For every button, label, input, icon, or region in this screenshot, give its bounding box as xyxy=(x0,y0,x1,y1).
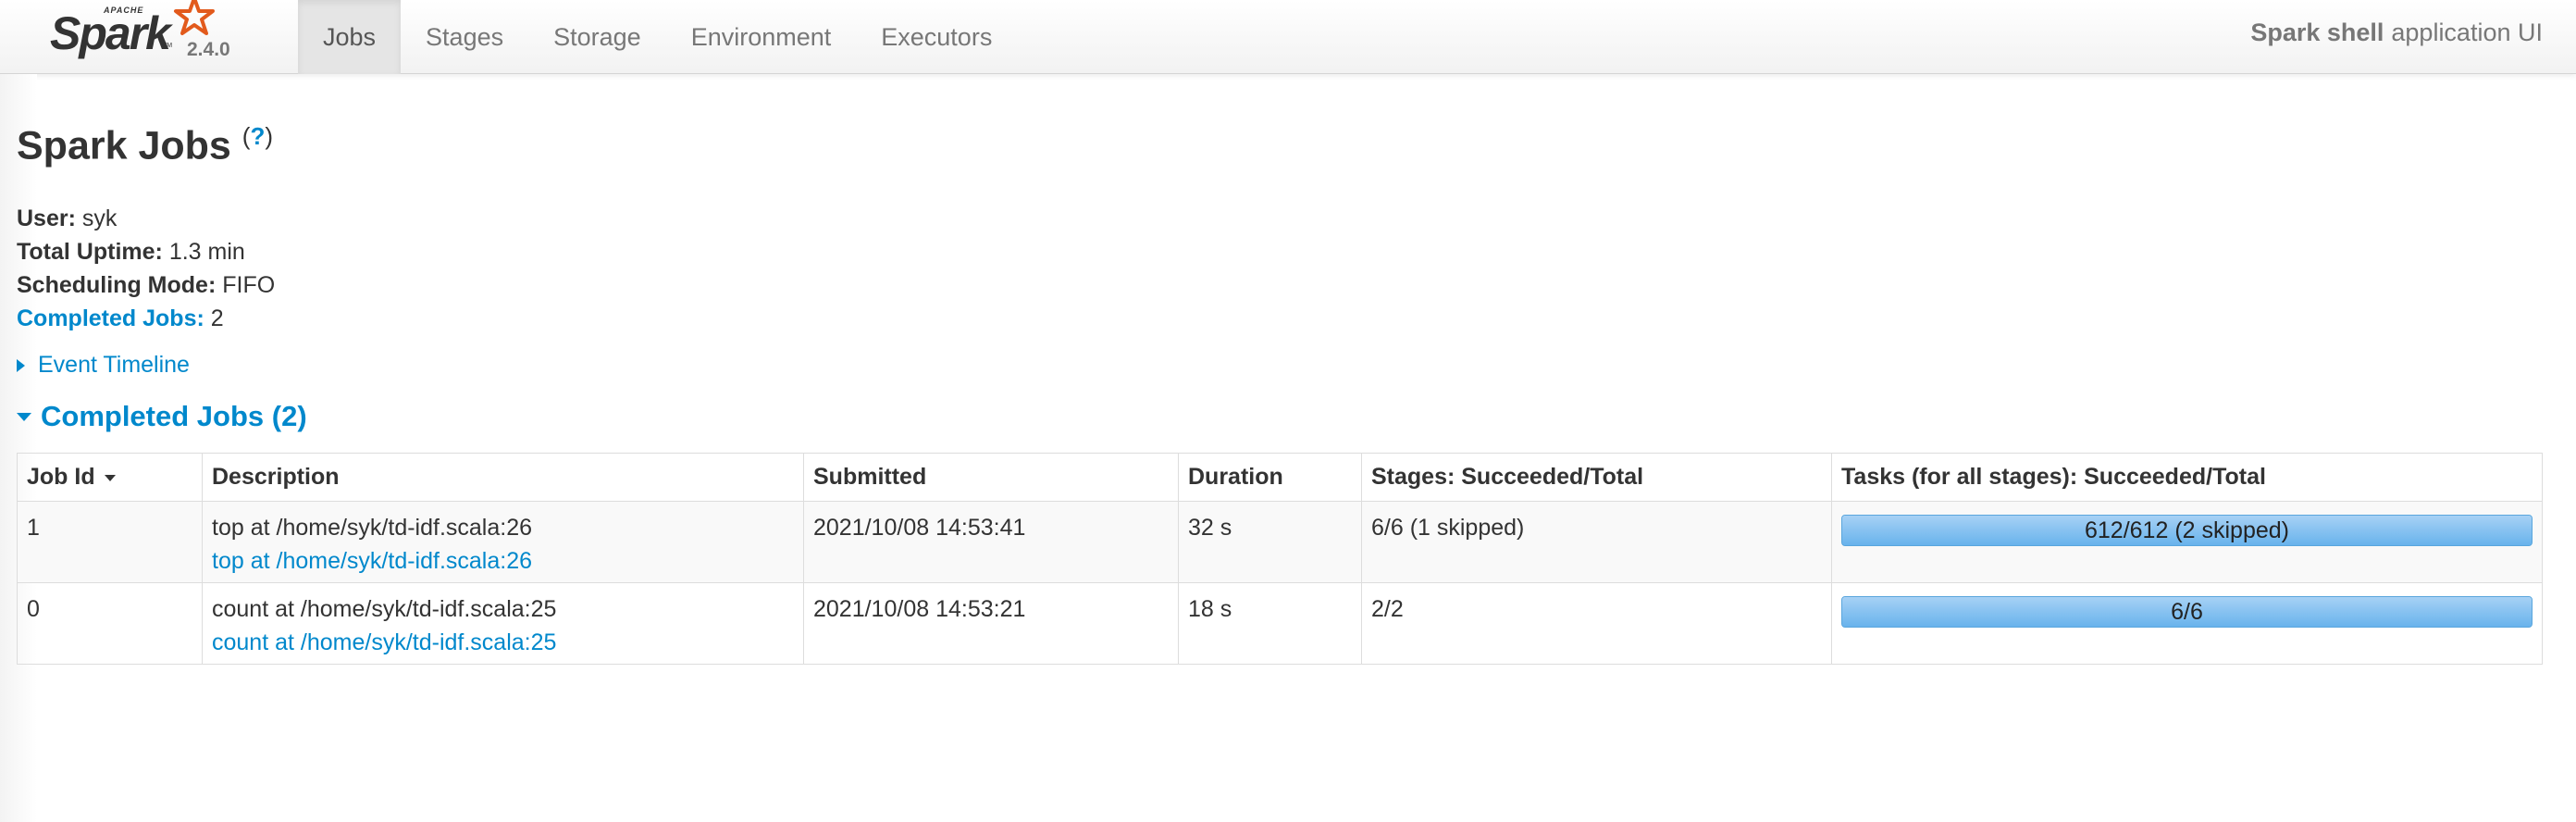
cell-job-id: 1 xyxy=(17,501,203,583)
user-value: syk xyxy=(81,206,118,231)
completed-jobs-table: Job Id Description Submitted Duration St… xyxy=(17,453,2543,665)
cell-stages: 2/2 xyxy=(1361,582,1832,665)
cell-duration: 32 s xyxy=(1178,501,1362,583)
header-job-id-label: Job Id xyxy=(27,464,95,490)
completed-jobs-value: 2 xyxy=(210,305,224,331)
sort-desc-icon xyxy=(104,474,116,481)
task-progress-bar: 612/612 (2 skipped) xyxy=(1841,515,2533,546)
scheduling-label: Scheduling Mode: xyxy=(17,272,217,298)
header-submitted[interactable]: Submitted xyxy=(803,453,1179,502)
expand-arrow-icon xyxy=(17,358,25,372)
user-label: User: xyxy=(17,206,76,231)
help-tooltip: (?) xyxy=(242,122,273,150)
header-job-id[interactable]: Job Id xyxy=(17,453,203,502)
cell-tasks: 6/6 xyxy=(1831,582,2543,665)
logo-tm: TM xyxy=(163,43,173,49)
spark-logo[interactable]: APACHE Spark TM 2.4.0 xyxy=(48,0,242,74)
event-timeline-toggle[interactable]: Event Timeline xyxy=(17,352,190,379)
spark-star-icon xyxy=(174,0,215,35)
tab-executors[interactable]: Executors xyxy=(856,0,1017,74)
logo-spark-text: Spark xyxy=(50,7,171,59)
cell-tasks: 612/612 (2 skipped) xyxy=(1831,501,2543,583)
cell-stages: 6/6 (1 skipped) xyxy=(1361,501,1832,583)
completed-jobs-toggle[interactable]: Completed Jobs (2) xyxy=(17,400,307,433)
spark-version: 2.4.0 xyxy=(187,39,230,60)
app-name: Spark shell xyxy=(2250,18,2384,46)
uptime-label: Total Uptime: xyxy=(17,239,163,265)
cell-job-id: 0 xyxy=(17,582,203,665)
summary-scheduling: Scheduling Mode: FIFO xyxy=(17,268,275,302)
cell-submitted: 2021/10/08 14:53:41 xyxy=(803,501,1179,583)
tab-environment[interactable]: Environment xyxy=(666,0,857,74)
cell-description: count at /home/syk/td-idf.scala:25 count… xyxy=(202,582,804,665)
description-text: count at /home/syk/td-idf.scala:25 xyxy=(212,596,557,622)
completed-jobs-title: Completed Jobs (2) xyxy=(41,400,307,432)
scheduling-value: FIFO xyxy=(222,272,276,298)
cell-duration: 18 s xyxy=(1178,582,1362,665)
top-navbar: APACHE Spark TM 2.4.0 Jobs Stages Storag… xyxy=(0,0,2576,74)
tab-jobs[interactable]: Jobs xyxy=(298,0,402,74)
header-description[interactable]: Description xyxy=(202,453,804,502)
header-duration[interactable]: Duration xyxy=(1178,453,1362,502)
nav-tabs: Jobs Stages Storage Environment Executor… xyxy=(298,0,1017,74)
header-stages[interactable]: Stages: Succeeded/Total xyxy=(1361,453,1832,502)
summary-user: User: syk xyxy=(17,202,275,235)
progress-label: 612/612 (2 skipped) xyxy=(2085,517,2289,543)
job-summary: User: syk Total Uptime: 1.3 min Scheduli… xyxy=(17,202,275,335)
description-link[interactable]: top at /home/syk/td-idf.scala:26 xyxy=(212,544,794,578)
cell-submitted: 2021/10/08 14:53:21 xyxy=(803,582,1179,665)
tab-stages[interactable]: Stages xyxy=(401,0,528,74)
description-link[interactable]: count at /home/syk/td-idf.scala:25 xyxy=(212,626,794,659)
header-tasks[interactable]: Tasks (for all stages): Succeeded/Total xyxy=(1831,453,2543,502)
app-suffix: application UI xyxy=(2391,18,2543,46)
cell-description: top at /home/syk/td-idf.scala:26 top at … xyxy=(202,501,804,583)
progress-label: 6/6 xyxy=(2171,599,2203,625)
description-text: top at /home/syk/td-idf.scala:26 xyxy=(212,515,533,541)
table-row: 0 count at /home/syk/td-idf.scala:25 cou… xyxy=(17,582,2543,665)
uptime-value: 1.3 min xyxy=(168,239,245,265)
application-title: Spark shell application UI xyxy=(2250,0,2543,65)
tab-storage[interactable]: Storage xyxy=(528,0,666,74)
table-row: 1 top at /home/syk/td-idf.scala:26 top a… xyxy=(17,501,2543,583)
page-title: Spark Jobs (?) xyxy=(17,122,273,168)
page-title-text: Spark Jobs xyxy=(17,123,231,168)
table-header-row: Job Id Description Submitted Duration St… xyxy=(17,453,2543,502)
summary-completed: Completed Jobs: 2 xyxy=(17,302,275,335)
completed-jobs-link[interactable]: Completed Jobs: xyxy=(17,305,204,331)
help-link[interactable]: ? xyxy=(250,122,265,150)
collapse-arrow-icon xyxy=(17,412,31,421)
left-shade xyxy=(0,74,37,822)
task-progress-bar: 6/6 xyxy=(1841,596,2533,628)
help-close-paren: ) xyxy=(265,122,274,150)
summary-uptime: Total Uptime: 1.3 min xyxy=(17,235,275,268)
event-timeline-label: Event Timeline xyxy=(38,352,190,378)
